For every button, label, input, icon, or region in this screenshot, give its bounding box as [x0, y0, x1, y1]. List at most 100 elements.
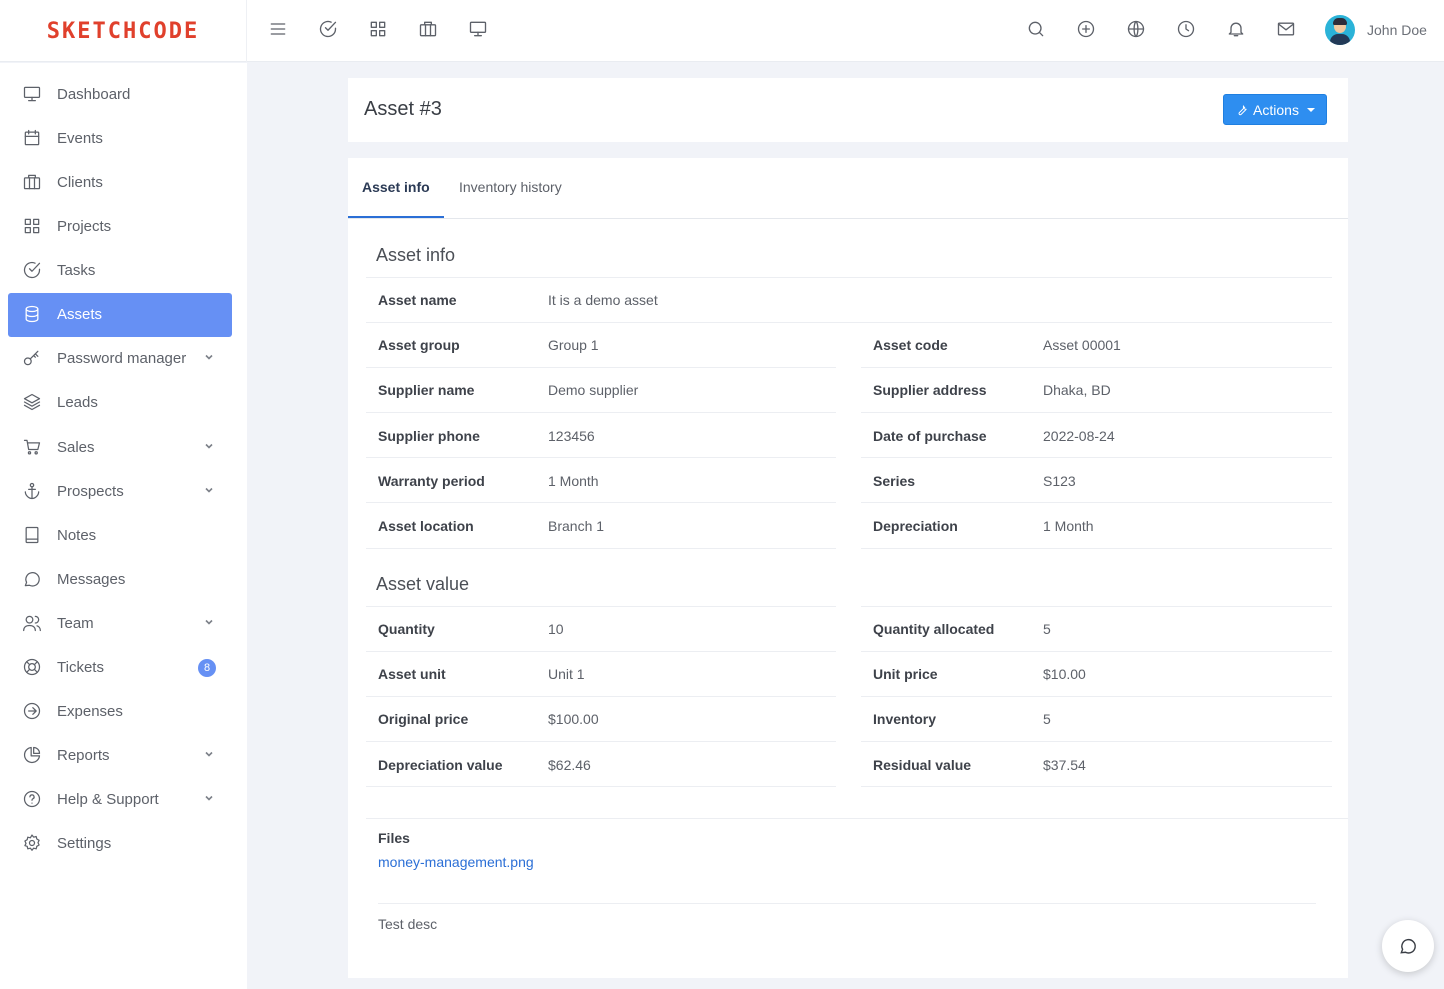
- depreciation-value-label: Depreciation value: [378, 757, 503, 773]
- asset-location-value: Branch 1: [548, 518, 605, 534]
- supplier-phone-label: Supplier phone: [378, 428, 480, 444]
- sidebar-item-password-manager[interactable]: Password manager: [8, 337, 232, 381]
- tickets-count-badge: 8: [198, 659, 216, 677]
- topbar-left-icons: [266, 17, 490, 41]
- check-circle-icon[interactable]: [316, 17, 340, 41]
- logo-area[interactable]: SKETCHCODE: [0, 0, 247, 62]
- avatar[interactable]: [1325, 15, 1355, 45]
- asset-code-value: Asset 00001: [1043, 337, 1121, 353]
- caret-down-icon: [1306, 107, 1315, 112]
- brand-logo[interactable]: SKETCHCODE: [47, 19, 199, 44]
- sidebar-item-dashboard[interactable]: Dashboard: [8, 73, 232, 117]
- asset-description: Test desc: [378, 916, 438, 932]
- monitor-icon[interactable]: [466, 17, 490, 41]
- quantity-label: Quantity: [378, 621, 435, 637]
- actions-label: Actions: [1253, 101, 1299, 118]
- tabs: Asset info Inventory history: [348, 158, 1348, 219]
- chevron-down-icon[interactable]: [203, 439, 215, 451]
- briefcase-icon[interactable]: [416, 17, 440, 41]
- sidebar-item-messages[interactable]: Messages: [8, 558, 232, 602]
- active-tab-indicator: [348, 216, 444, 218]
- divider: [366, 786, 836, 787]
- asset-details-card: Asset info Inventory history Asset info …: [348, 158, 1348, 978]
- chevron-down-icon[interactable]: [203, 350, 215, 362]
- sidebar-item-events[interactable]: Events: [8, 117, 232, 161]
- sidebar-item-label: Notes: [57, 527, 97, 544]
- file-link[interactable]: money-management.png: [378, 854, 534, 870]
- chat-button[interactable]: [1382, 920, 1434, 972]
- sidebar-item-label: Assets: [57, 306, 103, 323]
- page-header: Asset #3 Actions: [348, 78, 1348, 142]
- bell-icon[interactable]: [1224, 17, 1248, 41]
- sidebar-item-label: Reports: [57, 747, 110, 764]
- divider: [861, 696, 1332, 697]
- check-circle-icon: [22, 260, 44, 282]
- chevron-down-icon[interactable]: [203, 747, 215, 759]
- sidebar-item-notes[interactable]: Notes: [8, 514, 232, 558]
- search-icon[interactable]: [1024, 17, 1048, 41]
- sidebar-item-projects[interactable]: Projects: [8, 205, 232, 249]
- divider: [861, 457, 1332, 458]
- key-icon: [22, 348, 44, 370]
- original-price-value: $100.00: [548, 711, 599, 727]
- page-title: Asset #3: [364, 98, 442, 120]
- sidebar-item-leads[interactable]: Leads: [8, 381, 232, 425]
- globe-icon[interactable]: [1124, 17, 1148, 41]
- sidebar-item-settings[interactable]: Settings: [8, 822, 232, 866]
- divider: [861, 502, 1332, 503]
- monitor-icon: [22, 84, 44, 106]
- divider: [861, 412, 1332, 413]
- menu-icon[interactable]: [266, 17, 290, 41]
- tab-asset-info[interactable]: Asset info: [362, 179, 430, 195]
- sidebar-item-sales[interactable]: Sales: [8, 426, 232, 470]
- sidebar-item-help-support[interactable]: Help & Support: [8, 778, 232, 822]
- grid-icon[interactable]: [366, 17, 390, 41]
- message-icon: [22, 569, 44, 591]
- asset-group-value: Group 1: [548, 337, 599, 353]
- series-label: Series: [873, 473, 916, 489]
- asset-name-value: It is a demo asset: [548, 292, 658, 308]
- asset-info-heading: Asset info: [376, 245, 456, 265]
- inventory-value: 5: [1043, 711, 1051, 727]
- sidebar-item-tasks[interactable]: Tasks: [8, 249, 232, 293]
- depreciation-value-value: $62.46: [548, 757, 591, 773]
- divider: [366, 277, 1332, 278]
- actions-button[interactable]: Actions: [1223, 94, 1327, 125]
- divider: [861, 651, 1332, 652]
- user-menu[interactable]: John Doe: [1325, 15, 1427, 45]
- sidebar-item-reports[interactable]: Reports: [8, 734, 232, 778]
- sidebar-item-clients[interactable]: Clients: [8, 161, 232, 205]
- cart-icon: [22, 437, 44, 459]
- sidebar-item-assets[interactable]: Assets: [8, 293, 232, 337]
- divider: [861, 786, 1332, 787]
- topbar-right-icons: [1024, 17, 1298, 41]
- supplier-address-value: Dhaka, BD: [1043, 382, 1111, 398]
- series-value: S123: [1043, 473, 1076, 489]
- plus-circle-icon[interactable]: [1074, 17, 1098, 41]
- divider: [366, 696, 836, 697]
- mail-icon[interactable]: [1274, 17, 1298, 41]
- chevron-down-icon[interactable]: [203, 791, 215, 803]
- sidebar-item-label: Leads: [57, 394, 98, 411]
- asset-location-label: Asset location: [378, 518, 474, 534]
- warranty-period-label: Warranty period: [378, 473, 485, 489]
- sidebar-item-expenses[interactable]: Expenses: [8, 690, 232, 734]
- residual-value-label: Residual value: [873, 757, 972, 773]
- message-icon: [1400, 939, 1416, 954]
- divider: [366, 651, 836, 652]
- topbar: SKETCHCODE John Doe: [0, 0, 1444, 62]
- clock-icon[interactable]: [1174, 17, 1198, 41]
- supplier-name-value: Demo supplier: [548, 382, 639, 398]
- warranty-period-value: 1 Month: [548, 473, 599, 489]
- divider: [366, 548, 836, 549]
- asset-unit-value: Unit 1: [548, 666, 585, 682]
- chevron-down-icon[interactable]: [203, 615, 215, 627]
- tab-inventory-history[interactable]: Inventory history: [459, 179, 562, 195]
- chevron-down-icon[interactable]: [203, 483, 215, 495]
- sidebar-item-prospects[interactable]: Prospects: [8, 470, 232, 514]
- sidebar-item-team[interactable]: Team: [8, 602, 232, 646]
- sidebar-item-tickets[interactable]: Tickets 8: [8, 646, 232, 690]
- pie-chart-icon: [22, 745, 44, 767]
- user-name[interactable]: John Doe: [1367, 22, 1427, 38]
- briefcase-icon: [22, 172, 44, 194]
